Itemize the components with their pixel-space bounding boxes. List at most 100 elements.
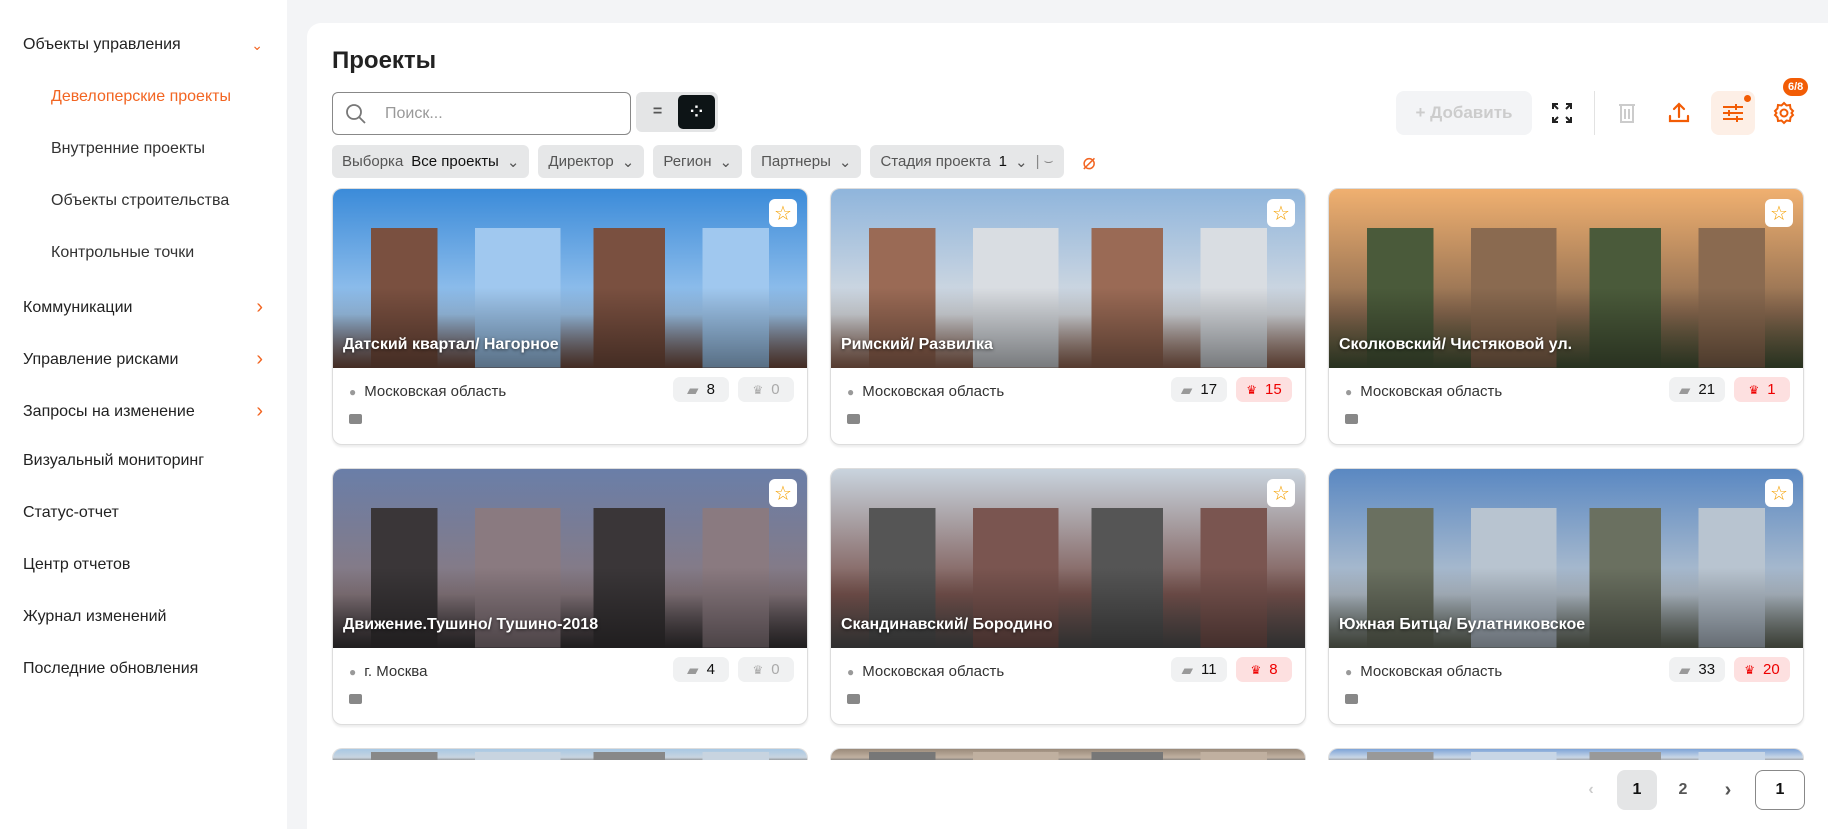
buildings-count: ▰ 21 [1669, 377, 1725, 402]
issues-value: 20 [1763, 661, 1780, 678]
search-input[interactable] [385, 104, 605, 123]
project-card[interactable]: Датский квартал/ Нагорное ☆ ● Московская об… [332, 188, 808, 445]
sidebar-item[interactable]: Объекты строительства [51, 192, 291, 210]
sidebar-item[interactable]: Внутренние проекты [51, 140, 291, 158]
prev-page-button[interactable]: ‹ [1571, 770, 1611, 810]
broom-clear-filters-icon[interactable]: ⌀ [1083, 149, 1096, 175]
project-card[interactable] [1328, 748, 1804, 760]
project-location: ● Московская область [1345, 663, 1502, 680]
project-name: Скандинавский/ Бородино [841, 616, 1053, 633]
building-icon: ▰ [1678, 661, 1691, 679]
favorite-star-icon[interactable]: ☆ [769, 199, 797, 227]
filter-label: Стадия проекта [880, 153, 991, 170]
clear-stage-icon[interactable]: | ⌣ [1036, 153, 1054, 170]
crown-icon: ♛ [752, 662, 764, 677]
sidebar-item-label: Объекты строительства [51, 192, 230, 209]
project-card[interactable]: Южная Битца/ Булатниковское ☆ ● Московская … [1328, 468, 1804, 725]
project-image[interactable]: Датский квартал/ Нагорное ☆ [333, 189, 807, 368]
favorite-star-icon[interactable]: ☆ [1765, 199, 1793, 227]
sidebar-item[interactable]: Центр отчетов [23, 556, 263, 574]
list-view-icon[interactable]: = [639, 95, 676, 129]
sidebar: Объекты управления ⌄ Девелоперские проекты… [0, 0, 287, 829]
buildings-value: 11 [1200, 661, 1217, 678]
issues-value: 0 [771, 661, 780, 678]
buildings-count: ▰ 17 [1171, 377, 1227, 402]
project-image[interactable] [831, 749, 1305, 760]
filter-chip[interactable]: Выборка Все проекты ⌄ [332, 145, 530, 178]
projects-panel: Проекты = ⁘ Выборка Все проекты ⌄ Директор ⌄… [307, 23, 1828, 829]
project-card[interactable]: Римский/ Развилка ☆ ● Московская область ▰ 17… [830, 188, 1306, 445]
delete-icon[interactable] [1612, 91, 1642, 135]
project-image[interactable]: Сколковский/ Чистяковой ул. ☆ [1329, 189, 1803, 368]
project-name: Сколковский/ Чистяковой ул. [1339, 336, 1573, 353]
building-icon: ▰ [687, 661, 699, 679]
issues-value: 8 [1269, 661, 1278, 678]
project-name: Движение.Тушино/ Тушино-2018 [343, 616, 599, 633]
chevron-down-icon: ⌄ [506, 153, 520, 171]
project-image[interactable]: Южная Битца/ Булатниковское ☆ [1329, 469, 1803, 648]
favorite-star-icon[interactable]: ☆ [1267, 479, 1295, 507]
briefcase-icon [1345, 694, 1358, 704]
project-card[interactable]: Скандинавский/ Бородино ☆ ● Московская обла… [830, 468, 1306, 725]
view-toggle[interactable]: = ⁘ [636, 92, 718, 132]
sidebar-item[interactable]: Контрольные точки [51, 244, 291, 262]
project-image[interactable]: Римский/ Развилка ☆ [831, 189, 1305, 368]
page-2-button[interactable]: 2 [1663, 770, 1703, 810]
filter-chip[interactable]: Директор ⌄ [538, 145, 645, 178]
sidebar-item[interactable]: Статус-отчет [23, 504, 263, 522]
project-location: ● Московская область [847, 383, 1004, 400]
buildings-count: ▰ 8 [673, 377, 729, 402]
filter-settings-button[interactable] [1711, 91, 1755, 135]
favorite-star-icon[interactable]: ☆ [1765, 479, 1793, 507]
issues-count: ♛ 15 [1236, 377, 1292, 402]
sidebar-item[interactable]: Коммуникации › [23, 296, 263, 319]
project-card[interactable]: Сколковский/ Чистяковой ул. ☆ ● Московская … [1328, 188, 1804, 445]
sidebar-item[interactable]: Визуальный мониторинг [23, 452, 263, 470]
active-dot [1744, 95, 1751, 102]
project-card[interactable] [830, 748, 1306, 760]
sidebar-item[interactable]: Девелоперские проекты [51, 88, 291, 106]
issues-value: 15 [1265, 381, 1282, 398]
briefcase-icon [349, 414, 362, 424]
project-image[interactable]: Скандинавский/ Бородино ☆ [831, 469, 1305, 648]
filter-chip[interactable]: Регион ⌄ [653, 145, 743, 178]
crown-icon: ♛ [1748, 382, 1760, 397]
buildings-value: 17 [1200, 381, 1218, 398]
sidebar-item-label: Последние обновления [23, 660, 199, 677]
issues-count: ♛ 20 [1734, 657, 1790, 682]
project-location: ● Московская область [847, 663, 1004, 680]
project-card[interactable]: Движение.Тушино/ Тушино-2018 ☆ ● г. Москва ▰… [332, 468, 808, 725]
region-text: Московская область [862, 663, 1005, 680]
grid-view-icon[interactable]: ⁘ [678, 95, 715, 129]
next-page-button[interactable]: › [1708, 770, 1748, 810]
page-title: Проекты [332, 47, 437, 74]
filter-chip[interactable]: Партнеры ⌄ [751, 145, 862, 178]
settings-gear-icon[interactable] [1769, 91, 1799, 135]
page-1-button[interactable]: 1 [1617, 770, 1657, 810]
project-image[interactable] [333, 749, 807, 760]
filter-chip[interactable]: Стадия проекта 1 ⌄ | ⌣ [870, 145, 1064, 178]
issues-count: ♛ 0 [738, 657, 794, 682]
building-icon: ▰ [1181, 661, 1193, 679]
sidebar-item[interactable]: Объекты управления ⌄ [23, 36, 263, 54]
favorite-star-icon[interactable]: ☆ [769, 479, 797, 507]
fullscreen-icon[interactable] [1547, 91, 1577, 135]
sidebar-item-label: Девелоперские проекты [51, 88, 231, 105]
project-card[interactable] [332, 748, 808, 760]
sidebar-item[interactable]: Запросы на изменение › [23, 400, 263, 423]
project-image[interactable]: Движение.Тушино/ Тушино-2018 ☆ [333, 469, 807, 648]
filter-label: Регион [663, 153, 712, 170]
chevron-down-icon: ⌄ [251, 36, 263, 53]
project-image[interactable] [1329, 749, 1803, 760]
goto-page-input[interactable]: 1 [1755, 770, 1805, 810]
sidebar-item[interactable]: Последние обновления [23, 660, 263, 678]
upload-icon[interactable] [1664, 91, 1694, 135]
favorite-star-icon[interactable]: ☆ [1267, 199, 1295, 227]
add-button[interactable]: + Добавить [1396, 91, 1532, 135]
sidebar-item-label: Визуальный мониторинг [23, 452, 205, 469]
sidebar-item[interactable]: Управление рисками › [23, 348, 263, 371]
search-box[interactable] [332, 92, 631, 135]
location-pin-icon: ● [349, 664, 357, 679]
sidebar-item[interactable]: Журнал изменений [23, 608, 263, 626]
filter-bar: Выборка Все проекты ⌄ Директор ⌄ Регион ⌄ Партн… [332, 145, 1096, 178]
